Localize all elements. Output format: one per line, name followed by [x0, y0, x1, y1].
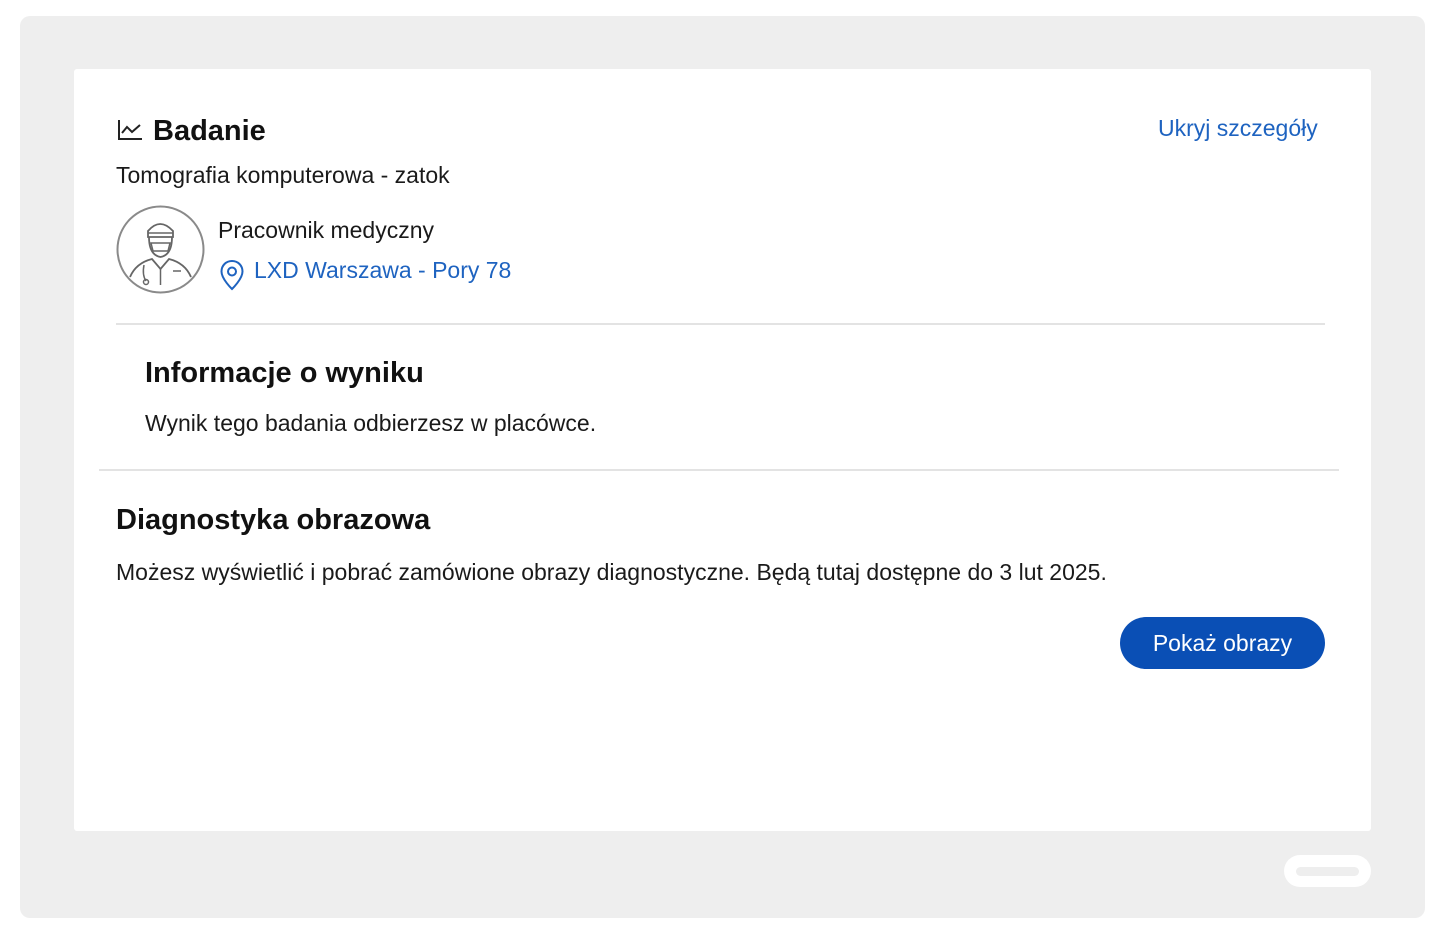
- scroll-pill-bar: [1296, 867, 1359, 876]
- exam-section-title: Badanie: [153, 115, 266, 147]
- exam-name: Tomografia komputerowa - zatok: [116, 162, 450, 188]
- section-divider: [99, 469, 1339, 471]
- section-divider: [116, 323, 1325, 325]
- result-info-title: Informacje o wyniku: [145, 357, 424, 389]
- result-info-text: Wynik tego badania odbierzesz w placówce…: [145, 410, 597, 436]
- hide-details-link[interactable]: Ukryj szczegóły: [1158, 114, 1318, 142]
- location-link[interactable]: LXD Warszawa - Pory 78: [254, 256, 511, 284]
- show-images-button[interactable]: Pokaż obrazy: [1120, 617, 1325, 669]
- map-pin-icon: [220, 259, 244, 291]
- medical-staff-avatar-icon: [116, 205, 205, 294]
- staff-role: Pracownik medyczny: [218, 217, 435, 243]
- imaging-text: Możesz wyświetlić i pobrać zamówione obr…: [116, 559, 1107, 585]
- scroll-pill-handle[interactable]: [1284, 855, 1371, 887]
- imaging-title: Diagnostyka obrazowa: [116, 504, 431, 536]
- line-chart-icon: [118, 120, 142, 140]
